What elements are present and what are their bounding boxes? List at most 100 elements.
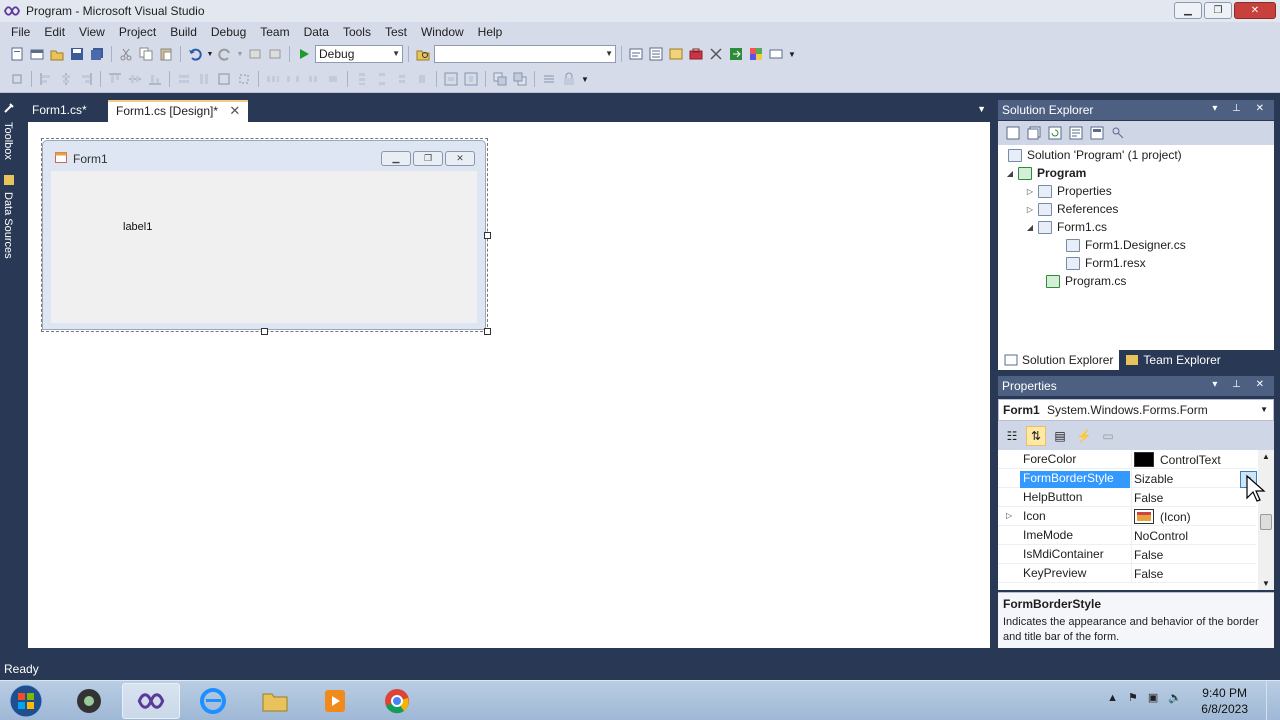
tree-references[interactable]: ▷ References: [1022, 200, 1118, 218]
align-rights-icon[interactable]: [77, 71, 95, 87]
menu-file[interactable]: File: [4, 25, 37, 39]
show-hidden-icons-icon[interactable]: ▲: [1107, 692, 1118, 704]
property-row[interactable]: FormBorderStyle Sizable: [998, 469, 1256, 488]
network-icon[interactable]: ▣: [1148, 691, 1158, 704]
taskbar-app-chrome[interactable]: [368, 683, 426, 719]
toolbar-options-icon[interactable]: ▼: [787, 46, 797, 62]
menu-tools[interactable]: Tools: [336, 25, 378, 39]
new-project-icon[interactable]: [8, 46, 26, 62]
clock[interactable]: 9:40 PM 6/8/2023: [1201, 685, 1248, 717]
find-in-files-icon[interactable]: [414, 46, 432, 62]
property-value-input[interactable]: Sizable: [1131, 469, 1256, 488]
expand-icon[interactable]: ▷: [1022, 187, 1038, 196]
minimize-button[interactable]: ▁: [1174, 2, 1202, 19]
undo-icon[interactable]: [186, 46, 204, 62]
solution-explorer-icon[interactable]: [627, 46, 645, 62]
tab-form1-cs[interactable]: Form1.cs*: [24, 100, 95, 122]
scroll-up-icon[interactable]: ▲: [1262, 452, 1270, 461]
action-center-flag-icon[interactable]: ⚑: [1128, 691, 1138, 704]
paste-icon[interactable]: [157, 46, 175, 62]
increase-horizontal-spacing-icon[interactable]: [284, 71, 302, 87]
tab-form1-design[interactable]: Form1.cs [Design]* ✕: [108, 100, 249, 122]
lock-controls-icon[interactable]: [560, 71, 578, 87]
property-value[interactable]: NoControl: [1131, 526, 1256, 545]
tree-program-cs[interactable]: Program.cs: [1046, 272, 1126, 290]
cut-icon[interactable]: [117, 46, 135, 62]
increase-vertical-spacing-icon[interactable]: [373, 71, 391, 87]
tree-properties[interactable]: ▷ Properties: [1022, 182, 1112, 200]
scroll-down-icon[interactable]: ▼: [1262, 579, 1270, 588]
add-item-icon[interactable]: [28, 46, 46, 62]
start-button-icon[interactable]: [6, 683, 46, 719]
property-value[interactable]: ControlText: [1131, 450, 1256, 469]
decrease-horizontal-spacing-icon[interactable]: [304, 71, 322, 87]
align-bottoms-icon[interactable]: [146, 71, 164, 87]
panel-controls-icon[interactable]: ▾ ⊥ ✕: [1212, 379, 1270, 390]
properties-view-icon[interactable]: ▤: [1050, 426, 1070, 446]
tree-project[interactable]: ◢ Program: [1002, 164, 1086, 182]
resize-handle-bottom[interactable]: [261, 328, 268, 335]
taskbar-app-media-player[interactable]: [306, 683, 364, 719]
categorized-icon[interactable]: ☷: [1002, 426, 1022, 446]
property-pages-icon[interactable]: ▭: [1098, 426, 1118, 446]
command-window-icon[interactable]: [747, 46, 765, 62]
label1-control[interactable]: label1: [123, 221, 152, 233]
start-debugging-icon[interactable]: [295, 46, 313, 62]
taskbar-app-file-explorer[interactable]: [246, 683, 304, 719]
open-file-icon[interactable]: [48, 46, 66, 62]
panel-controls-icon[interactable]: ▾ ⊥ ✕: [1212, 103, 1270, 114]
align-centers-icon[interactable]: [57, 71, 75, 87]
navigate-backward-icon[interactable]: [246, 46, 264, 62]
size-to-grid-icon[interactable]: [235, 71, 253, 87]
properties-icon[interactable]: [1004, 125, 1022, 141]
new-window-icon[interactable]: [767, 46, 785, 62]
property-value[interactable]: False: [1131, 564, 1256, 583]
toolbox-icon[interactable]: [687, 46, 705, 62]
events-lightning-icon[interactable]: ⚡: [1074, 426, 1094, 446]
property-grid-scrollbar[interactable]: ▲ ▼: [1258, 450, 1274, 590]
property-row[interactable]: HelpButton False: [998, 488, 1256, 507]
solution-configuration-select[interactable]: Debug ▼: [315, 45, 403, 63]
center-horizontally-icon[interactable]: [442, 71, 460, 87]
property-row[interactable]: KeyPreview False: [998, 564, 1256, 583]
menu-data[interactable]: Data: [297, 25, 336, 39]
resize-handle-corner[interactable]: [484, 328, 491, 335]
start-page-icon[interactable]: [727, 46, 745, 62]
align-middles-icon[interactable]: [126, 71, 144, 87]
collapse-icon[interactable]: ◢: [1002, 169, 1018, 178]
close-icon[interactable]: ✕: [229, 103, 240, 119]
menu-debug[interactable]: Debug: [204, 25, 253, 39]
extension-manager-icon[interactable]: [707, 46, 725, 62]
align-lefts-icon[interactable]: [37, 71, 55, 87]
find-combo[interactable]: ▼: [434, 45, 616, 63]
volume-icon[interactable]: 🔈: [1168, 691, 1182, 704]
property-value[interactable]: False: [1131, 488, 1256, 507]
tab-team-explorer[interactable]: Team Explorer: [1119, 350, 1226, 370]
menu-team[interactable]: Team: [253, 25, 296, 39]
tab-solution-explorer[interactable]: Solution Explorer: [998, 350, 1120, 370]
property-value[interactable]: (Icon): [1131, 507, 1256, 526]
make-same-height-icon[interactable]: [195, 71, 213, 87]
tree-form1-cs[interactable]: ◢ Form1.cs: [1022, 218, 1107, 236]
horizontal-spacing-equal-icon[interactable]: [264, 71, 282, 87]
undo-dropdown-icon[interactable]: ▼: [206, 46, 214, 62]
menu-project[interactable]: Project: [112, 25, 163, 39]
menu-view[interactable]: View: [72, 25, 112, 39]
collapse-icon[interactable]: ◢: [1022, 223, 1038, 232]
align-tops-icon[interactable]: [106, 71, 124, 87]
send-to-back-icon[interactable]: [511, 71, 529, 87]
tree-form1-resx[interactable]: Form1.resx: [1066, 254, 1146, 272]
menu-window[interactable]: Window: [414, 25, 471, 39]
tab-order-icon[interactable]: [540, 71, 558, 87]
copy-icon[interactable]: [137, 46, 155, 62]
form1-window[interactable]: Form1 ▁ ❐ ✕ label1: [42, 140, 486, 330]
designer-surface[interactable]: Form1 ▁ ❐ ✕ label1: [28, 122, 990, 648]
redo-dropdown-icon[interactable]: ▼: [236, 46, 244, 62]
class-diagram-icon[interactable]: [1109, 125, 1127, 141]
save-icon[interactable]: [68, 46, 86, 62]
refresh-icon[interactable]: [1046, 125, 1064, 141]
bring-to-front-icon[interactable]: [491, 71, 509, 87]
expand-icon[interactable]: ▷: [1006, 511, 1012, 520]
show-all-files-icon[interactable]: [1025, 125, 1043, 141]
alphabetical-icon[interactable]: ⇅: [1026, 425, 1046, 446]
